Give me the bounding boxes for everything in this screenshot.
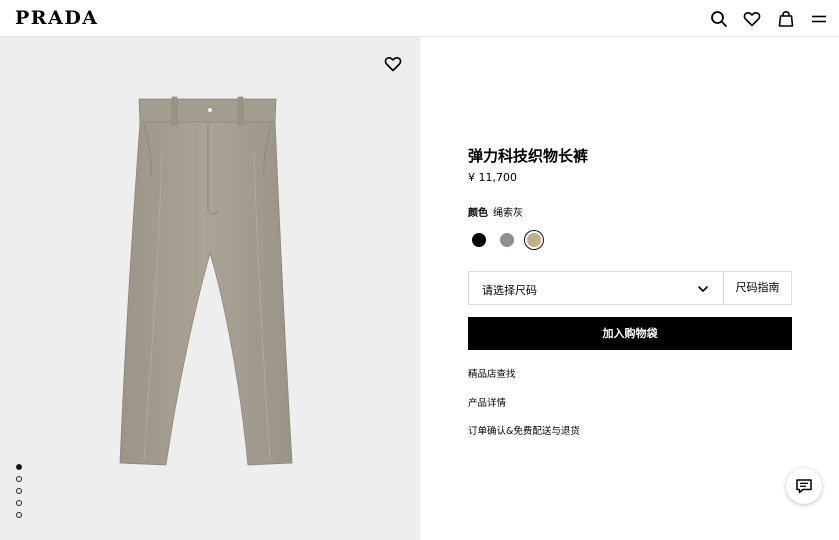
order-shipping-link[interactable]: 订单确认&免费配送与退货 — [468, 423, 580, 437]
product-details-panel: 弹力科技织物长裤 ¥ 11,700 颜色 绳索灰 请选择尺码 尺码指南 加入购物… — [420, 37, 839, 540]
heart-icon[interactable] — [743, 10, 761, 28]
store-locator-link[interactable]: 精品店查找 — [468, 366, 516, 380]
product-title: 弹力科技织物长裤 — [468, 147, 589, 165]
color-label: 颜色 — [468, 208, 488, 219]
gallery-pagination — [16, 464, 24, 524]
color-value: 绳索灰 — [493, 208, 523, 219]
search-icon[interactable] — [710, 10, 728, 28]
shopping-bag-icon[interactable] — [777, 10, 795, 28]
gallery-dot[interactable] — [16, 476, 22, 482]
add-to-wishlist-icon[interactable] — [384, 55, 402, 73]
add-to-bag-button[interactable]: 加入购物袋 — [468, 317, 792, 350]
site-header: PRADA — [0, 0, 839, 37]
size-select-label: 请选择尺码 — [482, 284, 537, 297]
gallery-dot[interactable] — [16, 512, 22, 518]
gallery-dot[interactable] — [16, 488, 22, 494]
chat-icon — [796, 479, 812, 494]
color-swatch-grey[interactable] — [500, 233, 514, 247]
product-image-panel[interactable] — [0, 37, 420, 540]
color-swatch-black[interactable] — [472, 233, 486, 247]
chat-button[interactable] — [786, 468, 822, 504]
size-guide-button[interactable]: 尺码指南 — [723, 271, 792, 305]
product-image-pants — [119, 96, 293, 466]
color-swatch-beige[interactable] — [527, 233, 541, 247]
gallery-dot[interactable] — [16, 500, 22, 506]
prada-logo[interactable]: PRADA — [15, 9, 99, 28]
size-select[interactable]: 请选择尺码 — [468, 271, 724, 305]
product-details-link[interactable]: 产品详情 — [468, 395, 506, 409]
menu-icon[interactable] — [810, 10, 828, 28]
chevron-down-icon — [697, 283, 709, 295]
product-price: ¥ 11,700 — [468, 171, 517, 184]
gallery-dot[interactable] — [16, 464, 22, 470]
